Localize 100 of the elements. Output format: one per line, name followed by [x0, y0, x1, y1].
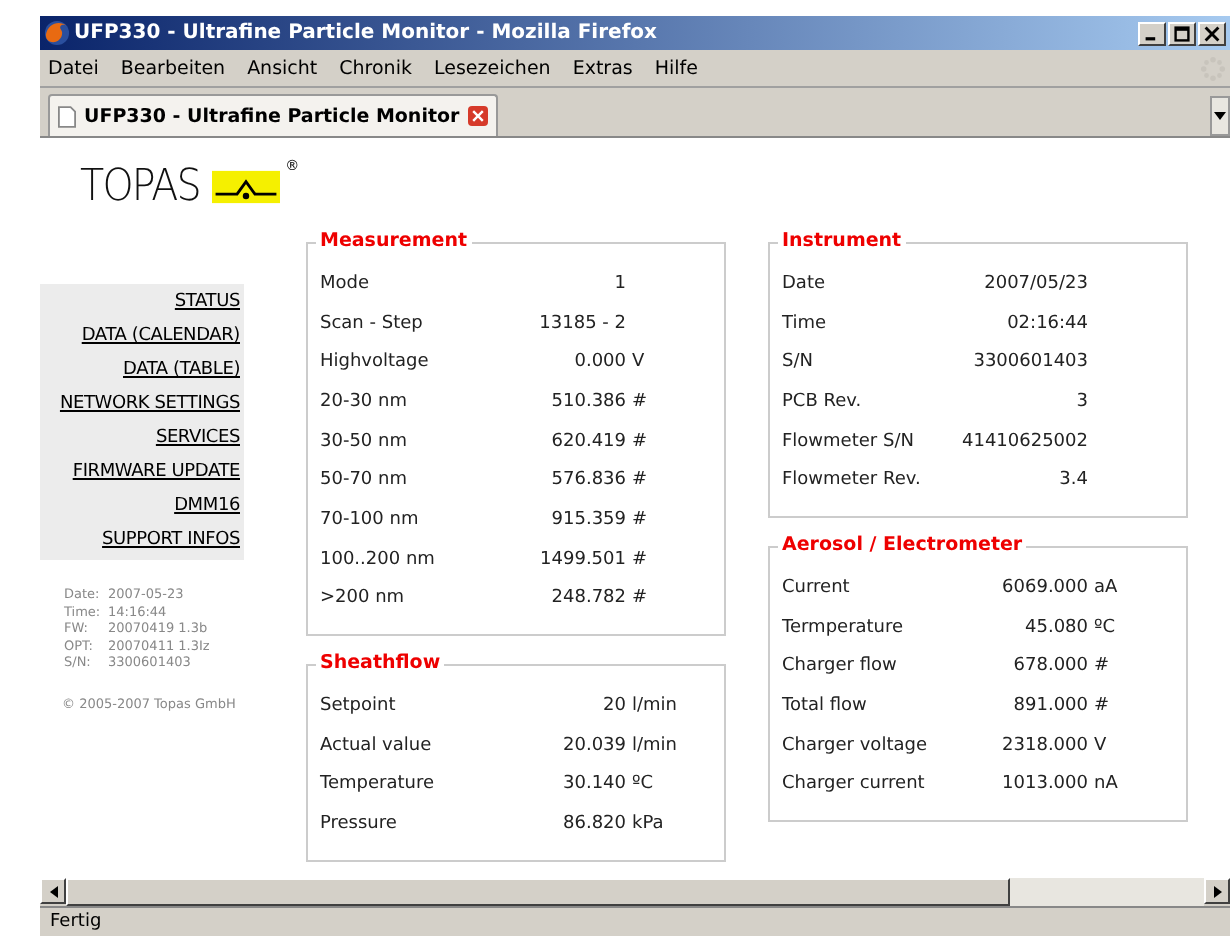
tab-list-button[interactable]	[1210, 96, 1230, 136]
status-text: Fertig	[50, 912, 102, 932]
browser-tab[interactable]: UFP330 - Ultrafine Particle Monitor	[48, 94, 498, 136]
field-unit: #	[632, 391, 648, 412]
field-unit: #	[632, 549, 648, 570]
menu-item[interactable]: Chronik	[339, 57, 412, 79]
field-value: 1013.000	[1000, 774, 1088, 795]
close-icon	[471, 110, 484, 122]
field-label: Charger current	[782, 774, 927, 795]
field-label: 50-70 nm	[320, 470, 409, 491]
field-label: >200 nm	[320, 588, 407, 609]
field-unit: nA	[1094, 774, 1118, 795]
field-value: 3300601403	[971, 352, 1088, 373]
field-unit: aA	[1094, 577, 1118, 598]
field-label: Flowmeter Rev.	[782, 470, 923, 491]
field-unit: ºC	[632, 774, 654, 795]
scroll-left-icon[interactable]	[40, 878, 66, 904]
field-label: Setpoint	[320, 696, 398, 717]
field-unit: kPa	[632, 814, 664, 835]
field-label: Scan - Step	[320, 313, 425, 334]
field-unit: ºC	[1094, 617, 1116, 638]
browser-logo-icon	[44, 20, 70, 46]
field-value: 45.080	[1023, 617, 1088, 638]
field-label: Highvoltage	[320, 352, 431, 373]
scrollbar-thumb[interactable]	[66, 878, 1010, 906]
nav-link[interactable]: NETWORK SETTINGS	[59, 394, 240, 414]
field-value: 02:16:44	[1005, 313, 1088, 334]
menu-item[interactable]: Datei	[48, 57, 99, 79]
field-value: 1	[612, 273, 626, 294]
field-label: Actual value	[320, 735, 434, 756]
horizontal-scrollbar[interactable]	[40, 878, 1230, 906]
field-value: 1499.501	[538, 549, 626, 570]
maximize-icon	[1174, 25, 1190, 41]
menu-item[interactable]: Ansicht	[247, 57, 318, 79]
field-unit: #	[632, 431, 648, 452]
nav-link[interactable]: STATUS	[174, 292, 240, 312]
field-value: 915.359	[549, 509, 626, 530]
page-icon	[58, 105, 76, 127]
field-value: 13185 - 2	[537, 313, 626, 334]
nav-link[interactable]: SUPPORT INFOS	[102, 530, 240, 550]
field-label: PCB Rev.	[782, 391, 864, 412]
field-value: 20	[601, 696, 626, 717]
menu-item[interactable]: Hilfe	[654, 57, 698, 79]
nav-link[interactable]: DATA (TABLE)	[123, 360, 240, 380]
field-value: 41410625002	[960, 431, 1088, 452]
nav-link[interactable]: DMM16	[174, 496, 240, 516]
field-unit: #	[632, 588, 648, 609]
field-label: Total flow	[782, 696, 869, 717]
caret-icon	[1214, 112, 1226, 120]
field-unit: l/min	[632, 696, 678, 717]
field-value: 3	[1074, 391, 1088, 412]
scroll-right-icon[interactable]	[1204, 878, 1230, 904]
field-value: 6069.000	[1000, 577, 1088, 598]
field-label: Flowmeter S/N	[782, 431, 916, 452]
close-tab-button[interactable]	[467, 106, 488, 126]
field-value: 510.386	[549, 391, 626, 412]
panel-title: Sheathflow	[316, 652, 445, 675]
field-label: Mode	[320, 273, 372, 294]
menu-item[interactable]: Bearbeiten	[120, 57, 226, 79]
panel-title: Measurement	[316, 230, 471, 252]
menu-item[interactable]: Extras	[572, 57, 633, 79]
panel-title: Aerosol / Electrometer	[778, 534, 1027, 557]
field-unit: #	[632, 470, 648, 491]
field-value: 576.836	[549, 470, 626, 491]
field-unit: #	[632, 509, 648, 530]
menu-item[interactable]: Lesezeichen	[433, 57, 551, 79]
field-value: 3.4	[1057, 470, 1088, 491]
field-unit: #	[1094, 656, 1110, 677]
window-title: UFP330 - Ultrafine Particle Monitor - Mozilla Firefox	[74, 22, 659, 44]
field-label: Current	[782, 577, 852, 598]
field-label: Termperature	[782, 617, 906, 638]
field-value: 891.000	[1011, 696, 1088, 717]
close-icon	[1204, 25, 1220, 41]
maximize-button[interactable]	[1168, 21, 1196, 45]
field-label: Temperature	[320, 774, 437, 795]
field-label: Date	[782, 273, 828, 294]
field-value: 0.000	[572, 352, 626, 373]
field-label: S/N	[782, 352, 815, 373]
close-button[interactable]	[1198, 21, 1226, 45]
panel-title: Instrument	[778, 230, 906, 252]
nav-link[interactable]: DATA (CALENDAR)	[81, 326, 240, 346]
field-unit: V	[632, 352, 645, 373]
nav-link[interactable]: SERVICES	[155, 428, 240, 448]
nav-link[interactable]: FIRMWARE UPDATE	[72, 462, 240, 482]
field-value: 678.000	[1011, 656, 1088, 677]
field-value: 20.039	[561, 735, 626, 756]
field-label: Pressure	[320, 814, 399, 835]
logo-icon	[211, 169, 280, 203]
field-label: 30-50 nm	[320, 431, 409, 452]
field-unit: V	[1094, 735, 1107, 756]
field-value: 620.419	[549, 431, 626, 452]
minimize-button[interactable]	[1138, 21, 1166, 45]
field-value: 2318.000	[1000, 735, 1088, 756]
field-value: 2007/05/23	[982, 273, 1088, 294]
field-value: 248.782	[549, 588, 626, 609]
field-value: 86.820	[561, 814, 626, 835]
field-label: Charger flow	[782, 656, 899, 677]
field-value: 30.140	[561, 774, 626, 795]
field-label: Charger voltage	[782, 735, 929, 756]
field-label: 70-100 nm	[320, 509, 421, 530]
